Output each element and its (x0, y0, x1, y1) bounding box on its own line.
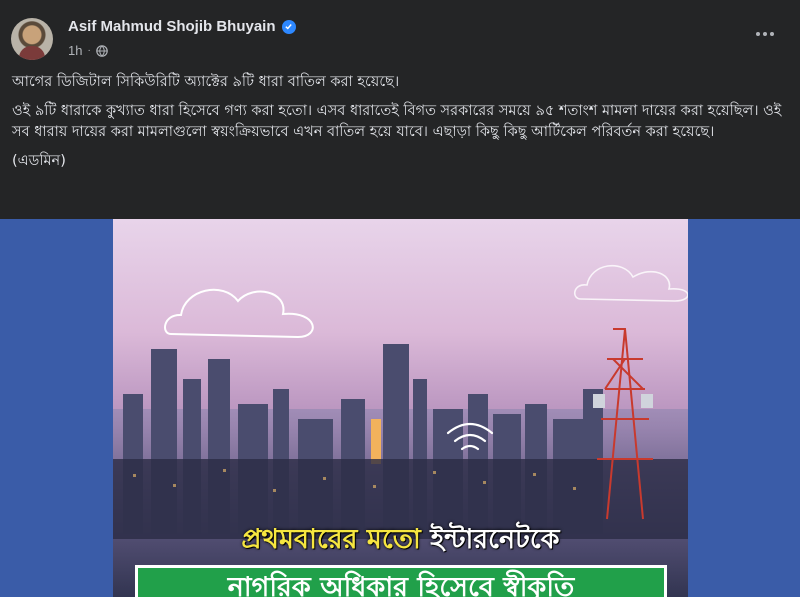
post-image[interactable]: প্রথমবারের মতো ইন্টারনেটকে নাগরিক অধিকার… (0, 219, 800, 597)
post-header: Asif Mahmud Shojib Bhuyain 1h · (0, 0, 800, 72)
image-headline: প্রথমবারের মতো ইন্টারনেটকে (113, 519, 688, 564)
globe-icon[interactable] (96, 44, 108, 57)
image-artwork: প্রথমবারের মতো ইন্টারনেটকে নাগরিক অধিকার… (113, 219, 688, 597)
image-banner: নাগরিক অধিকার হিসেবে স্বীকৃতি (135, 565, 667, 597)
post-paragraph: আগের ডিজিটাল সিকিউরিটি অ্যাক্টের ৯টি ধার… (12, 74, 400, 90)
avatar[interactable] (11, 18, 53, 60)
headline-highlight: প্রথমবারের মতো (241, 524, 421, 555)
post-meta: 1h · (68, 43, 108, 58)
separator-dot: · (87, 45, 91, 56)
post-time[interactable]: 1h (68, 43, 82, 58)
post-text: আগের ডিজিটাল সিকিউরিটি অ্যাক্টের ৯টি ধার… (12, 72, 782, 180)
post-paragraph: ওই ৯টি ধারাকে কুখ্যাত ধারা হিসেবে গণ্য ক… (12, 103, 782, 140)
facebook-post: Asif Mahmud Shojib Bhuyain 1h · আগের ডিজ… (0, 0, 800, 597)
post-paragraph: (এডমিন) (12, 153, 66, 169)
headline-rest: ইন্টারনেটকে (430, 524, 560, 555)
more-options-icon[interactable] (756, 26, 780, 42)
author-name-text[interactable]: Asif Mahmud Shojib Bhuyain (68, 18, 276, 35)
author-name[interactable]: Asif Mahmud Shojib Bhuyain (68, 18, 296, 35)
verified-badge-icon (281, 19, 296, 34)
